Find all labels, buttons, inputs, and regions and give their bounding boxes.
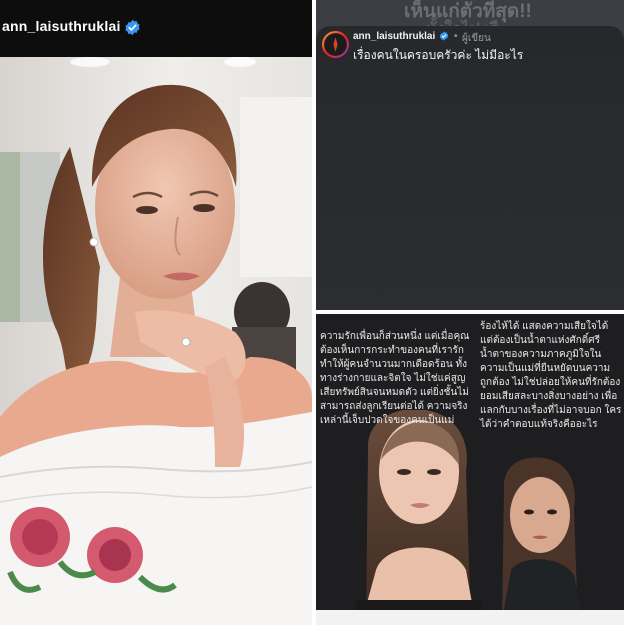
comment-message: เรื่องคนในครอบครัวค่ะ ไม่มีอะไร: [353, 48, 524, 62]
comment-card: [316, 26, 624, 310]
right-paragraph: ร้องไห้ได้ แสดงความเสียใจได้ แต่ต้องเป็น…: [480, 321, 622, 430]
left-instagram-post: ann_laisuthruklai: [0, 0, 312, 625]
portrait-photo: [0, 57, 312, 625]
left-paragraph: ความรักเพื่อนก็ส่วนหนึ่ง แต่เมื่อคุณต้อง…: [320, 331, 470, 426]
comment-username[interactable]: ann_laisuthruklai: [353, 31, 435, 42]
verified-badge-icon: [439, 31, 449, 41]
story-reply-screenshot: เห็นแก่ตัวที่สุด!! ทั้งใจไป เรื ann_lais…: [316, 0, 624, 310]
avatar[interactable]: [322, 31, 349, 58]
verified-badge-icon: [125, 19, 140, 36]
bottom-strip: [316, 610, 624, 625]
post-username[interactable]: ann_laisuthruklai: [2, 18, 121, 34]
avatar-image: [325, 34, 346, 55]
author-label: ผู้เขียน: [462, 33, 491, 44]
two-women-portrait: [316, 410, 624, 625]
news-graphic: ความรักเพื่อนก็ส่วนหนึ่ง แต่เมื่อคุณต้อง…: [316, 314, 624, 625]
post-header: ann_laisuthruklai: [0, 0, 312, 57]
separator-dot: •: [454, 31, 458, 42]
